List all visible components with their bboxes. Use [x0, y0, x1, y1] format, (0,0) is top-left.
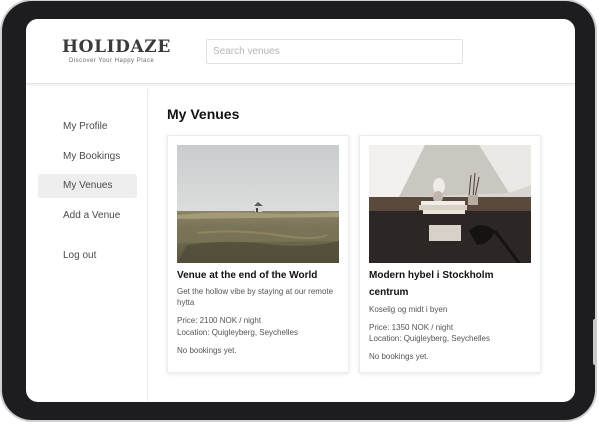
sidebar-item-add-venue[interactable]: Add a Venue [38, 204, 137, 228]
venue-image-landscape[interactable] [177, 145, 339, 263]
venue-card[interactable]: Venue at the end of the World Get the ho… [167, 135, 349, 373]
sidebar: My Profile My Bookings My Venues Add a V… [26, 88, 148, 402]
sidebar-item-log-out[interactable]: Log out [38, 244, 137, 268]
landscape-cabin-photo [177, 145, 339, 263]
venue-image-interior[interactable] [369, 145, 531, 263]
tablet-frame: HOLIDAZE Discover Your Happy Place My Pr… [2, 1, 597, 420]
venue-title[interactable]: Venue at the end of the World [177, 267, 339, 284]
screen: HOLIDAZE Discover Your Happy Place My Pr… [26, 19, 575, 402]
venue-card[interactable]: Modern hybel i Stockholm centrum Koselig… [359, 135, 541, 373]
interior-shelf-photo [369, 145, 531, 263]
page-title: My Venues [167, 106, 240, 122]
tagline: Discover Your Happy Place [69, 58, 155, 64]
venue-price: Price: 2100 NOK / night [177, 316, 262, 325]
logo: HOLIDAZE [62, 37, 171, 57]
sidebar-item-my-venues[interactable]: My Venues [38, 174, 137, 198]
search-input[interactable] [206, 39, 463, 64]
venue-bookings-status: No bookings yet. [369, 352, 429, 361]
side-button [593, 319, 597, 365]
sidebar-item-my-bookings[interactable]: My Bookings [38, 145, 137, 169]
top-header: HOLIDAZE Discover Your Happy Place [26, 19, 575, 84]
venue-price: Price: 1350 NOK / night [369, 323, 454, 332]
venue-location: Location: Quigleyberg, Seychelles [369, 334, 490, 343]
venue-location: Location: Quigleyberg, Seychelles [177, 328, 298, 337]
brand[interactable]: HOLIDAZE Discover Your Happy Place [62, 38, 182, 64]
venue-title[interactable]: Modern hybel i Stockholm centrum [369, 267, 531, 301]
venue-description: Koselig og midt i byen [369, 305, 448, 314]
sidebar-item-my-profile[interactable]: My Profile [38, 115, 137, 139]
venue-bookings-status: No bookings yet. [177, 346, 237, 355]
venue-description: Get the hollow vibe by staying at our re… [177, 287, 334, 307]
